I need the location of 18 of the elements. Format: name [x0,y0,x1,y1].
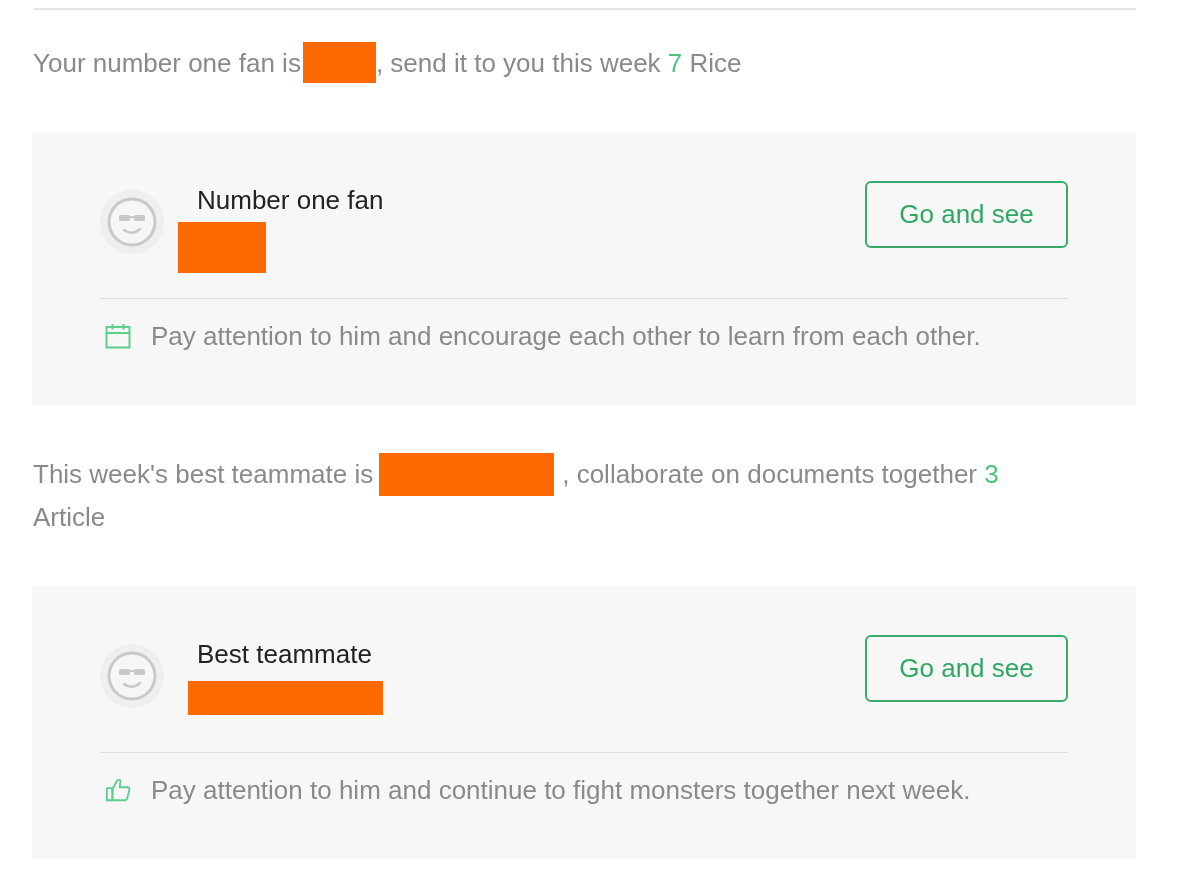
summary-text: This week's best teammate is [33,459,374,489]
card-title: Best teammate [197,639,372,669]
calendar-icon [105,323,131,349]
smiley-avatar-icon [100,644,164,708]
count-text: 7 [667,48,683,78]
card-note: Pay attention to him and continue to fight monsters together next week. [151,775,971,805]
summary-text: Your number one fan is [33,48,301,78]
summary-text: , collaborate on documents together [562,459,978,489]
summary-text: , send it to you this week [375,48,661,78]
go-and-see-button[interactable]: Go and see [865,635,1068,702]
card-title: Number one fan [197,185,384,215]
unit-text: Rice [689,48,742,78]
go-and-see-button[interactable]: Go and see [865,181,1068,248]
unit-text: Article [33,502,106,532]
thumbs-up-icon [105,777,131,803]
smiley-avatar-icon [100,190,164,254]
count-text: 3 [984,459,999,489]
card-note: Pay attention to him and encourage each other to learn from each other. [151,321,981,351]
